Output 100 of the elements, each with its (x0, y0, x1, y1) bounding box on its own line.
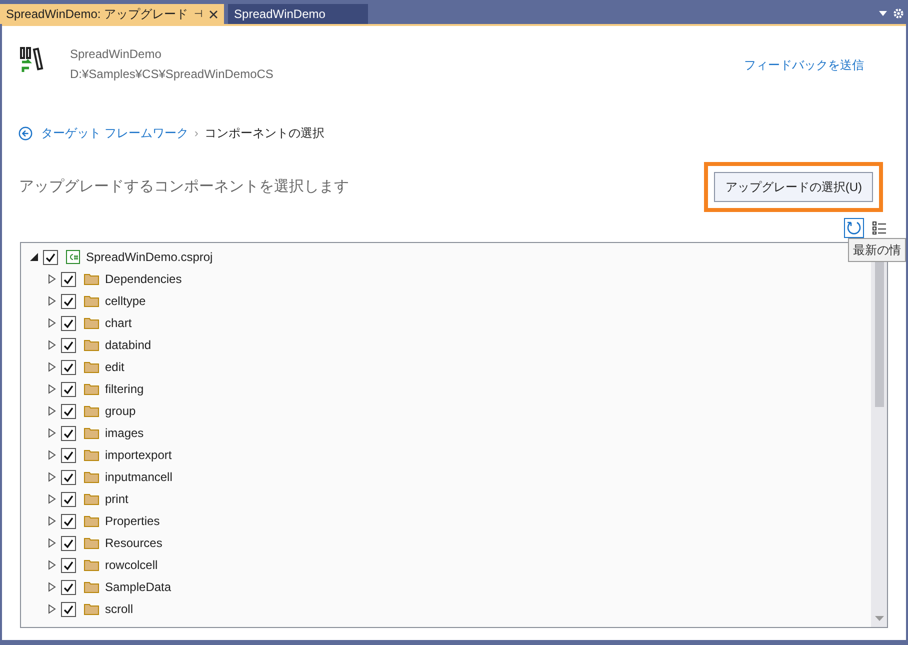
expander-icon[interactable] (47, 582, 57, 592)
checkbox[interactable] (61, 272, 76, 286)
tree-item-label[interactable]: Dependencies (105, 270, 182, 288)
expander-icon[interactable] (47, 560, 57, 570)
tree-item-label[interactable]: scroll (105, 600, 134, 618)
checkbox[interactable] (61, 294, 76, 308)
back-icon[interactable] (18, 126, 33, 140)
list-icon[interactable] (872, 221, 886, 235)
checkbox[interactable] (61, 382, 76, 396)
tree-item-label[interactable]: print (105, 490, 128, 508)
check-icon (63, 384, 74, 394)
check-icon (63, 296, 74, 306)
check-icon (63, 582, 74, 592)
checkbox[interactable] (43, 250, 58, 264)
check-icon (63, 560, 74, 570)
checkbox[interactable] (61, 602, 76, 616)
checkbox[interactable] (61, 514, 76, 528)
tree-item-label[interactable]: filtering (105, 380, 144, 398)
tree-item-label[interactable]: group (105, 402, 136, 420)
refresh-icon[interactable] (844, 218, 864, 238)
select-upgrade-button[interactable]: アップグレードの選択(U) (714, 172, 873, 202)
folder-icon (84, 427, 99, 439)
checkbox[interactable] (61, 316, 76, 330)
folder-icon (84, 581, 99, 593)
expander-icon[interactable] (47, 296, 57, 306)
document-tab[interactable]: SpreadWinDemo (228, 4, 368, 24)
tree-item-label[interactable]: images (105, 424, 144, 442)
check-icon (63, 538, 74, 548)
expander-icon[interactable] (47, 406, 57, 416)
check-icon (63, 340, 74, 350)
check-icon (63, 318, 74, 328)
check-icon (63, 274, 74, 284)
expander-icon[interactable] (47, 428, 57, 438)
check-icon (63, 516, 74, 526)
checkbox[interactable] (61, 536, 76, 550)
tooltip: 最新の情 (848, 238, 906, 262)
expander-icon[interactable] (47, 538, 57, 548)
expander-icon[interactable] (47, 450, 57, 460)
expander-icon[interactable] (47, 516, 57, 526)
folder-icon (84, 559, 99, 571)
csharp-project-icon (66, 250, 80, 264)
tree-item-label[interactable]: SampleData (105, 578, 172, 596)
checkbox[interactable] (61, 448, 76, 462)
expander-icon[interactable] (47, 274, 57, 284)
checkbox[interactable] (61, 426, 76, 440)
dropdown-icon[interactable] (879, 11, 887, 16)
check-icon (45, 252, 56, 262)
tree-item-label[interactable]: importexport (105, 446, 172, 464)
folder-icon (84, 449, 99, 461)
document-tab[interactable]: SpreadWinDemo: アップグレード ⊣ (0, 4, 224, 24)
folder-icon (84, 317, 99, 329)
settings-icon[interactable] (893, 8, 904, 19)
check-icon (63, 494, 74, 504)
check-icon (63, 450, 74, 460)
folder-icon (84, 383, 99, 395)
folder-icon (84, 515, 99, 527)
folder-icon (84, 273, 99, 285)
tree-item-label[interactable]: Resources (105, 534, 162, 552)
tree-item-label[interactable]: Properties (105, 512, 160, 530)
folder-icon (84, 493, 99, 505)
tree-item-label[interactable]: celltype (105, 292, 146, 310)
checkbox[interactable] (61, 470, 76, 484)
pin-icon[interactable]: ⊣ (194, 6, 204, 22)
folder-icon (84, 603, 99, 615)
checkbox[interactable] (61, 404, 76, 418)
breadcrumb-current: コンポーネントの選択 (204, 125, 324, 142)
tree-item-label[interactable]: edit (105, 358, 124, 376)
close-icon[interactable] (209, 10, 218, 18)
tree-item-label[interactable]: chart (105, 314, 132, 332)
tree-item-label[interactable]: databind (105, 336, 152, 354)
expander-icon[interactable] (47, 472, 57, 482)
folder-icon (84, 405, 99, 417)
check-icon (63, 406, 74, 416)
folder-icon (84, 471, 99, 483)
tree-item-label[interactable]: rowcolcell (105, 556, 158, 574)
project-name: SpreadWinDemo (70, 46, 162, 63)
expander-icon[interactable] (47, 384, 57, 394)
breadcrumb-link[interactable]: ターゲット フレームワーク (41, 124, 188, 142)
page-heading: アップグレードするコンポーネントを選択します (19, 176, 349, 197)
checkbox[interactable] (61, 580, 76, 594)
expander-icon[interactable] (47, 362, 57, 372)
tree-item-label[interactable]: SpreadWinDemo.csproj (86, 248, 213, 266)
checkbox[interactable] (61, 492, 76, 506)
checkbox[interactable] (61, 558, 76, 572)
check-icon (63, 604, 74, 614)
expander-icon[interactable] (47, 340, 57, 350)
checkbox[interactable] (61, 338, 76, 352)
expander-icon[interactable] (47, 318, 57, 328)
expander-icon[interactable] (47, 604, 57, 614)
expander-icon[interactable] (29, 252, 39, 262)
expander-icon[interactable] (47, 494, 57, 504)
folder-icon (84, 361, 99, 373)
check-icon (63, 472, 74, 482)
tree-item-label[interactable]: inputmancell (105, 468, 172, 486)
check-icon (63, 428, 74, 438)
folder-icon (84, 537, 99, 549)
folder-icon (84, 295, 99, 307)
checkbox[interactable] (61, 360, 76, 374)
folder-icon (84, 339, 99, 351)
feedback-link[interactable]: フィードバックを送信 (744, 56, 864, 74)
